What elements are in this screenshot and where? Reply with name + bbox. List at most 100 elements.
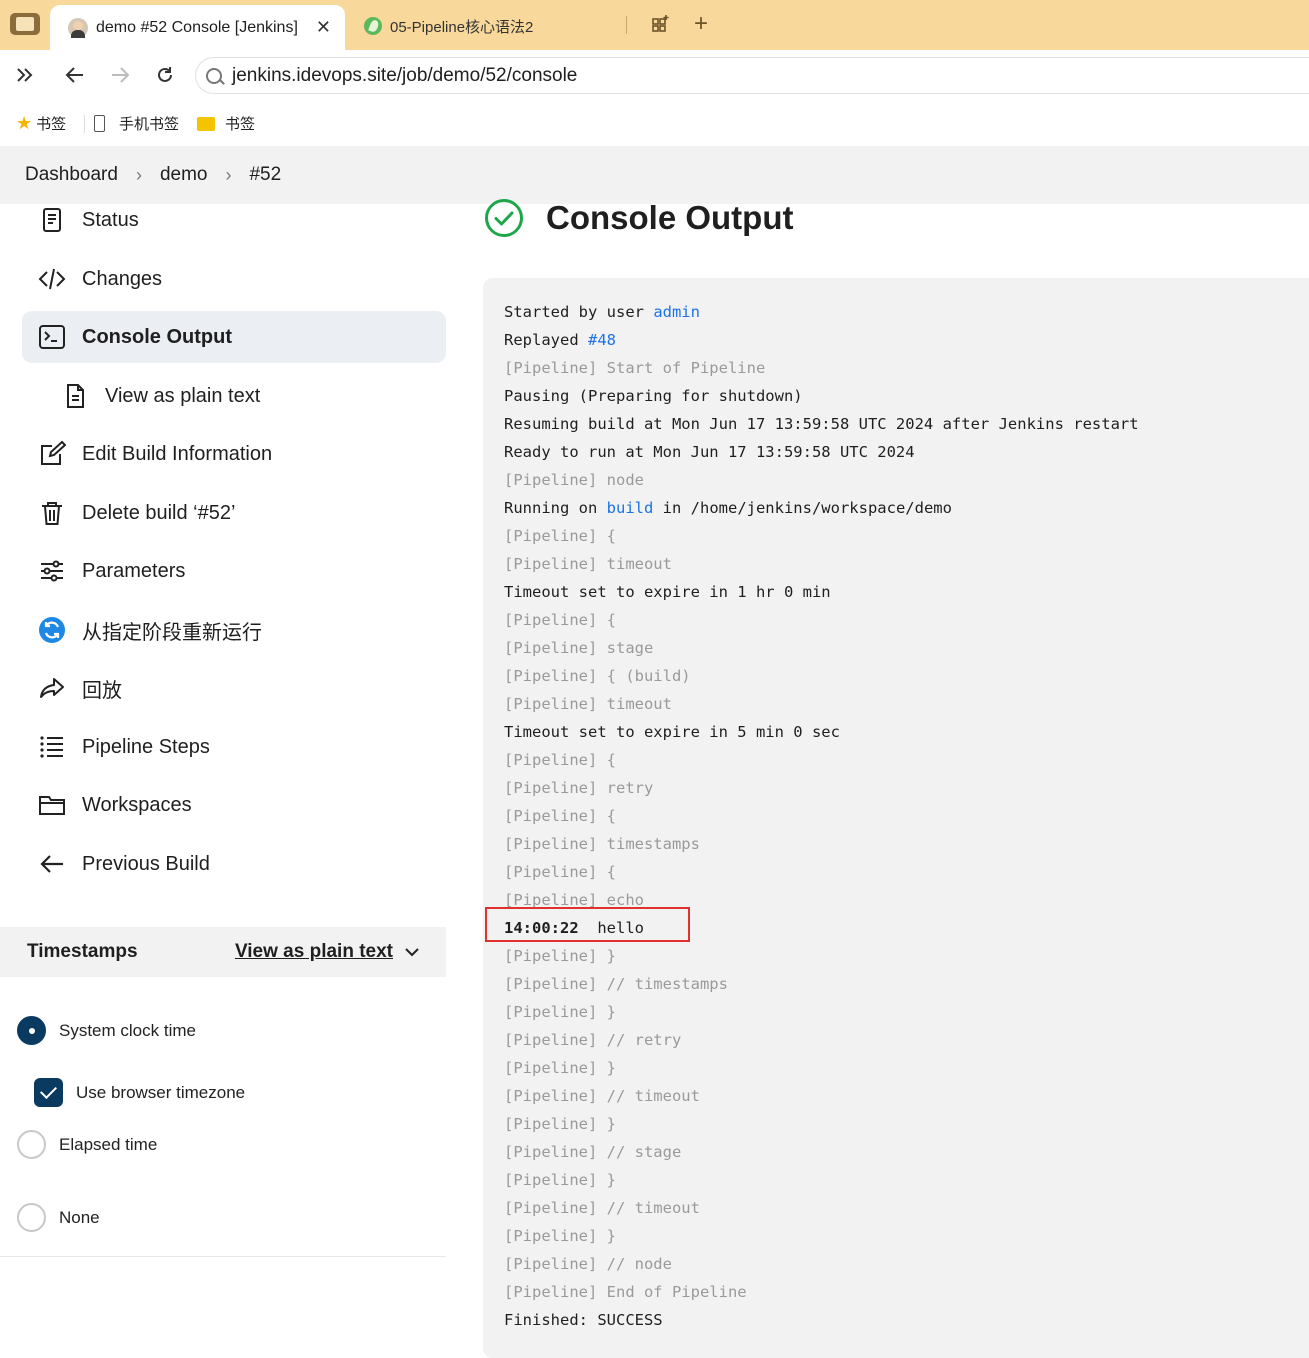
bookmark-label: 手机书签 [119, 116, 180, 133]
task-label: Workspaces [82, 793, 192, 816]
replayed-build-link[interactable]: #48 [588, 331, 616, 349]
bookmark-item[interactable]: ★ 书签 [16, 113, 66, 134]
console-line: [Pipeline] { [504, 527, 616, 545]
radio-elapsed-time[interactable]: Elapsed time [17, 1130, 157, 1159]
task-replay[interactable]: 回放 [22, 662, 446, 714]
breadcrumb-demo[interactable]: demo [160, 164, 208, 186]
divider [0, 1256, 446, 1257]
file-icon [60, 381, 90, 411]
task-label: Changes [82, 267, 163, 290]
radio-none[interactable]: None [17, 1203, 100, 1232]
user-link[interactable]: admin [653, 303, 700, 321]
task-pipeline-steps[interactable]: Pipeline Steps [22, 721, 446, 773]
chevron-down-icon[interactable] [405, 944, 419, 960]
rerun-icon [37, 615, 67, 645]
checkbox[interactable] [34, 1078, 63, 1107]
task-label: Status [82, 208, 139, 231]
console-line: [Pipeline] timeout [504, 555, 672, 573]
console-line: [Pipeline] } [504, 1059, 616, 1077]
task-edit-build-info[interactable]: Edit Build Information [22, 428, 446, 480]
terminal-icon [37, 322, 67, 352]
console-line: [Pipeline] } [504, 947, 616, 965]
task-workspaces[interactable]: Workspaces [22, 779, 446, 831]
task-delete-build[interactable]: Delete build ‘#52’ [22, 487, 446, 539]
console-line: Resuming build at Mon Jun 17 13:59:58 UT… [504, 415, 1139, 433]
console-line: [Pipeline] // timeout [504, 1199, 700, 1217]
edit-icon [37, 439, 67, 469]
task-changes[interactable]: Changes [22, 253, 446, 305]
document-icon [37, 205, 67, 235]
breadcrumb-dashboard[interactable]: Dashboard [25, 164, 118, 186]
bookmark-item[interactable]: 手机书签 [94, 113, 179, 134]
tab-group-icon[interactable] [652, 14, 670, 37]
main-panel: Console Output Started by user admin Rep… [447, 199, 1309, 1358]
console-text: Started by user [504, 303, 654, 321]
task-view-plain-text[interactable]: View as plain text [22, 370, 446, 422]
console-text: Running on [504, 499, 607, 517]
task-console-output[interactable]: Console Output [22, 311, 446, 363]
reload-button[interactable] [150, 60, 180, 90]
console-line: [Pipeline] // timestamps [504, 975, 728, 993]
address-bar[interactable]: jenkins.idevops.site/job/demo/52/console [195, 57, 1309, 94]
double-chevron-icon [17, 68, 33, 82]
console-text: in /home/jenkins/workspace/demo [653, 499, 952, 517]
star-icon: ★ [16, 113, 33, 133]
radio-label: System clock time [59, 1020, 196, 1040]
list-icon [37, 732, 67, 762]
bookmark-divider [84, 115, 85, 133]
phone-icon [94, 115, 105, 132]
console-text: Replayed [504, 331, 588, 349]
radio-button[interactable] [17, 1130, 46, 1159]
arrow-right-icon [112, 67, 130, 83]
leaf-favicon-icon [364, 17, 382, 35]
back-button[interactable] [60, 60, 90, 90]
tab-pipeline-doc[interactable]: 05-Pipeline核心语法2 [350, 5, 640, 47]
task-restart-from-stage[interactable]: 从指定阶段重新运行 [22, 604, 446, 656]
forward-button[interactable] [105, 60, 135, 90]
console-block: [Pipeline] } [Pipeline] // timestamps [Pip… [504, 942, 1302, 1334]
node-link[interactable]: build [607, 499, 654, 517]
breadcrumb-build[interactable]: #52 [249, 164, 281, 186]
search-icon [206, 67, 222, 84]
console-line: Replayed #48 [504, 326, 1302, 354]
trash-icon [37, 498, 67, 528]
console-line: Finished: SUCCESS [504, 1311, 663, 1329]
chevron-right-icon: › [225, 164, 232, 185]
console-line: [Pipeline] } [504, 1171, 616, 1189]
console-line: [Pipeline] // timeout [504, 1087, 700, 1105]
expand-panel-button[interactable] [10, 60, 40, 90]
radio-button[interactable] [17, 1016, 46, 1045]
console-line: [Pipeline] node [504, 471, 644, 489]
console-line: Timeout set to expire in 1 hr 0 min [504, 583, 831, 601]
console-line: Running on build in /home/jenkins/worksp… [504, 494, 1302, 522]
console-line: Timeout set to expire in 5 min 0 sec [504, 723, 840, 741]
console-line: [Pipeline] // retry [504, 1031, 682, 1049]
checkbox-browser-timezone[interactable]: Use browser timezone [34, 1078, 245, 1107]
task-label: 从指定阶段重新运行 [82, 621, 262, 644]
tab-jenkins-console[interactable]: demo #52 Console [Jenkins] ✕ [50, 5, 345, 50]
console-line: [Pipeline] stage [504, 639, 654, 657]
close-tab-icon[interactable]: ✕ [316, 17, 331, 38]
vertical-tabs-button[interactable] [10, 13, 40, 35]
console-line: [Pipeline] { [504, 863, 616, 881]
reload-icon [158, 67, 172, 82]
task-label: View as plain text [105, 384, 261, 407]
task-previous-build[interactable]: Previous Build [22, 838, 446, 890]
task-label: Parameters [82, 559, 186, 582]
task-status[interactable]: Status [22, 194, 446, 246]
task-label: Console Output [82, 325, 232, 348]
url-text: jenkins.idevops.site/job/demo/52/console [232, 64, 578, 86]
radio-system-clock-time[interactable]: System clock time [17, 1016, 196, 1045]
task-label: Edit Build Information [82, 442, 273, 465]
task-parameters[interactable]: Parameters [22, 545, 446, 597]
tab-title: 05-Pipeline核心语法2 [390, 18, 534, 36]
folder-icon [37, 790, 67, 820]
tab-divider [626, 16, 627, 34]
tab-strip: demo #52 Console [Jenkins] ✕ 05-Pipeline… [0, 0, 1309, 50]
bookmark-item[interactable]: 书签 [197, 113, 255, 134]
console-line: [Pipeline] timeout [504, 695, 672, 713]
new-tab-button[interactable]: + [694, 10, 708, 38]
console-block: [Pipeline] Start of Pipeline Pausing (Pre… [504, 354, 1302, 494]
timestamps-plain-text-link[interactable]: View as plain text [235, 941, 393, 963]
radio-button[interactable] [17, 1203, 46, 1232]
